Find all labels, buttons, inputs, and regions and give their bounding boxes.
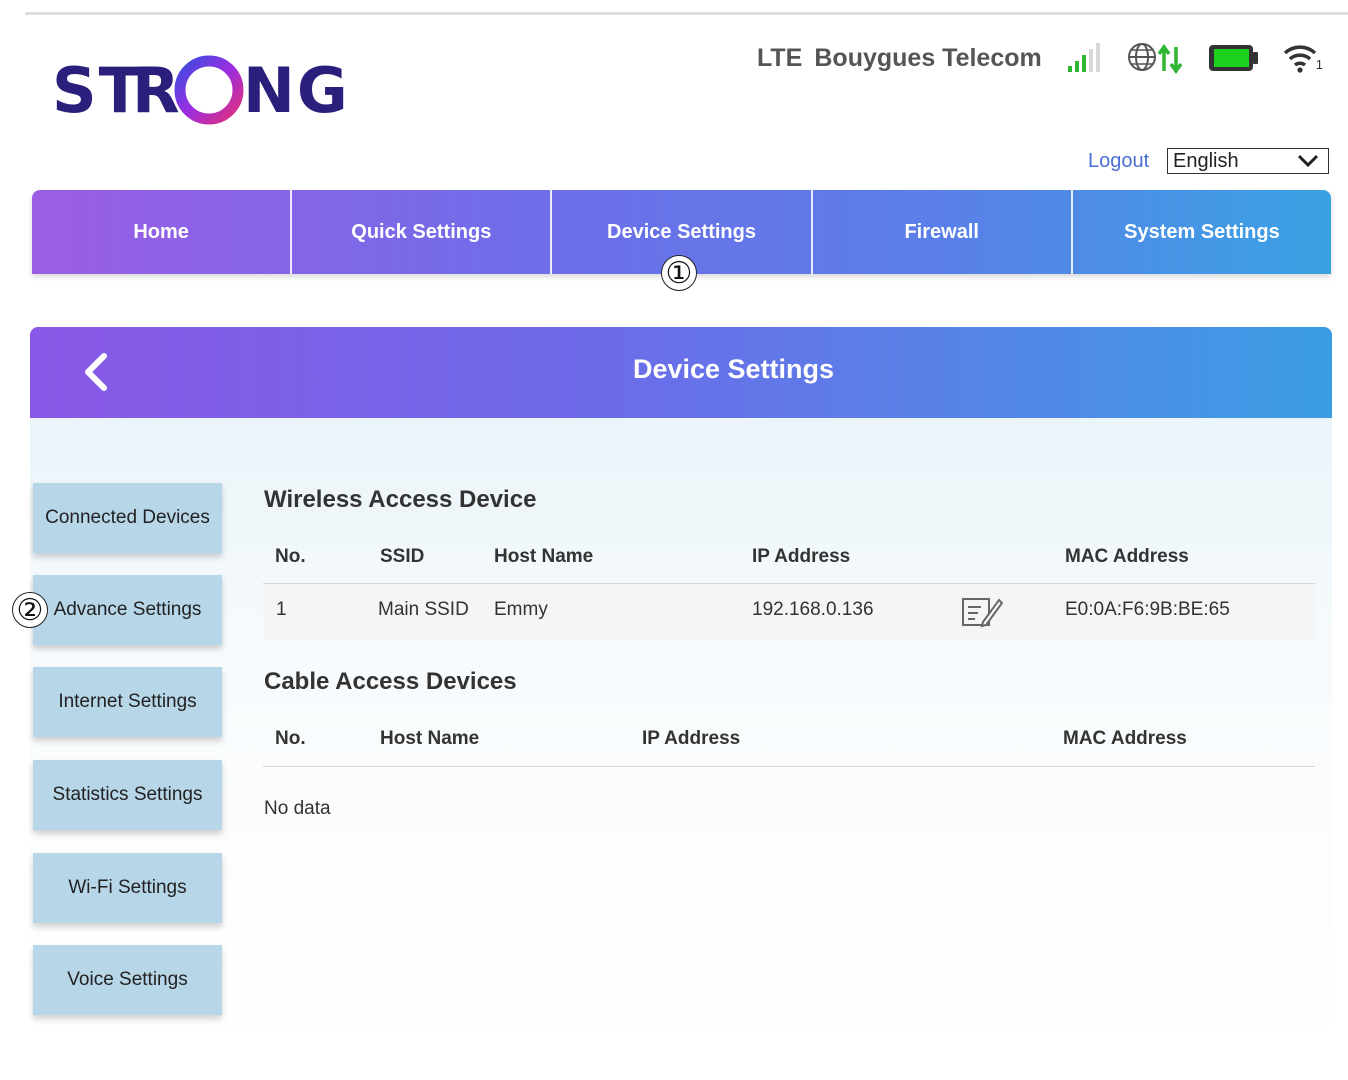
wifi-client-count: 1 xyxy=(1315,57,1323,72)
page-title: Device Settings xyxy=(632,354,835,384)
sidebar-item-advance-settings[interactable]: Advance Settings xyxy=(33,575,222,645)
status-bar: LTE Bouygues Telecom 1 xyxy=(757,40,1346,76)
language-select[interactable]: English xyxy=(1167,148,1329,174)
nav-firewall[interactable]: Firewall xyxy=(813,190,1073,274)
callout-1: ① xyxy=(661,255,697,291)
network-type: LTE xyxy=(757,43,803,72)
sidebar-item-connected-devices[interactable]: Connected Devices xyxy=(33,483,222,553)
cable-col-host: Host Name xyxy=(380,728,480,749)
router-admin-page: ST R NG LTE Bouygues Telecom 1 Logout En… xyxy=(0,0,1348,1080)
wireless-row-no: 1 xyxy=(276,599,287,620)
wireless-row-ssid: Main SSID xyxy=(378,599,469,620)
wireless-row-mac: E0:0A:F6:9B:BE:65 xyxy=(1065,599,1230,620)
battery-icon xyxy=(1208,42,1260,74)
cable-col-no: No. xyxy=(275,728,306,749)
svg-text:ST: ST xyxy=(52,54,143,126)
wireless-col-ssid: SSID xyxy=(380,546,425,567)
sidebar-item-internet-settings[interactable]: Internet Settings xyxy=(33,667,222,737)
nav-system-settings[interactable]: System Settings xyxy=(1073,190,1331,274)
wireless-row-host: Emmy xyxy=(494,599,548,620)
sidebar-item-wifi-settings[interactable]: Wi-Fi Settings xyxy=(33,853,222,923)
operator-name: Bouygues Telecom xyxy=(814,43,1042,72)
sidebar-item-voice-settings[interactable]: Voice Settings xyxy=(33,945,222,1015)
sidebar-item-statistics-settings[interactable]: Statistics Settings xyxy=(33,760,222,830)
logout-link[interactable]: Logout xyxy=(1088,150,1149,173)
strong-logo-mark: ST R NG xyxy=(52,54,350,127)
wireless-col-mac: MAC Address xyxy=(1065,546,1189,567)
edit-icon[interactable] xyxy=(961,595,1003,629)
wireless-col-host: Host Name xyxy=(494,546,594,567)
cable-header-divider xyxy=(263,766,1315,767)
cable-col-mac: MAC Address xyxy=(1063,728,1187,749)
top-divider xyxy=(25,12,1348,15)
strong-logo: ST R NG xyxy=(52,54,362,140)
wifi-icon: 1 xyxy=(1282,41,1324,75)
cable-empty-text: No data xyxy=(264,798,331,819)
svg-text:R: R xyxy=(132,54,182,126)
wireless-section-title: Wireless Access Device xyxy=(264,486,537,513)
wireless-row-ip: 192.168.0.136 xyxy=(752,599,874,620)
cable-section-title: Cable Access Devices xyxy=(264,668,517,695)
signal-bars-icon xyxy=(1066,42,1104,74)
wireless-col-ip: IP Address xyxy=(752,546,851,567)
svg-text:NG: NG xyxy=(243,54,350,126)
callout-2: ② xyxy=(12,592,48,628)
chevron-down-icon xyxy=(1297,154,1319,168)
cable-col-ip: IP Address xyxy=(642,728,741,749)
page-header: Device Settings xyxy=(30,327,1332,418)
nav-quick-settings[interactable]: Quick Settings xyxy=(292,190,553,274)
nav-home[interactable]: Home xyxy=(32,190,293,274)
globe-data-icon xyxy=(1126,41,1186,75)
wireless-col-no: No. xyxy=(275,546,306,567)
language-value: English xyxy=(1173,150,1239,172)
